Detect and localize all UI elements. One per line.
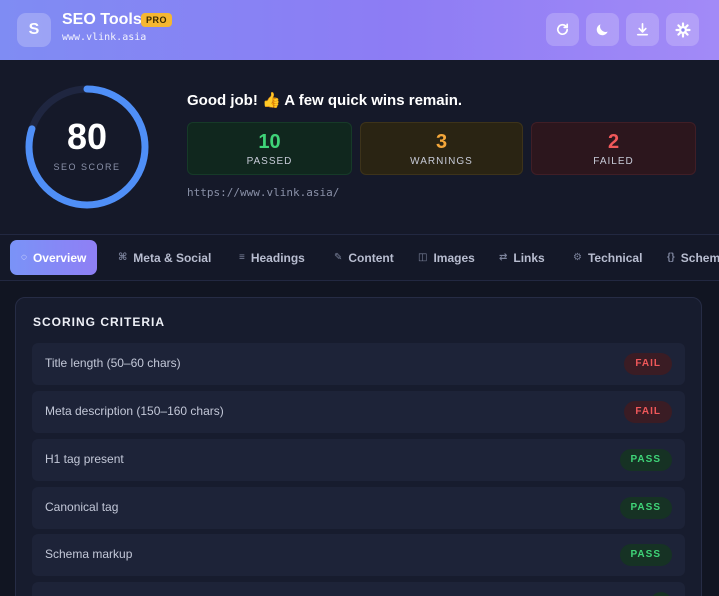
- image-icon: ◫: [418, 252, 428, 263]
- tab-technical[interactable]: ⚙ Technical: [573, 240, 642, 275]
- tab-label: Links: [513, 250, 545, 265]
- tab-label: Technical: [587, 250, 643, 265]
- tab-content[interactable]: ✎ Content: [334, 240, 394, 275]
- app-title: SEO Tools: [62, 11, 142, 28]
- criteria-label: H1 tag present: [45, 452, 124, 466]
- criteria-label: Title length (50–60 chars): [45, 356, 181, 370]
- passed-label: PASSED: [246, 156, 293, 167]
- refresh-icon: [557, 23, 569, 35]
- download-button[interactable]: [626, 13, 659, 46]
- criteria-row[interactable]: [32, 582, 685, 596]
- gear-icon: [674, 21, 691, 38]
- warnings-label: WARNINGS: [410, 156, 473, 167]
- passed-stat: 10 PASSED: [187, 122, 352, 175]
- list-icon: ≡: [239, 252, 245, 263]
- tab-links[interactable]: ⇄ Links: [499, 240, 545, 275]
- criteria-row[interactable]: Schema markup PASS: [32, 534, 685, 576]
- app-domain: www.vlink.asia: [62, 32, 147, 43]
- moon-icon: [596, 24, 608, 36]
- warnings-stat: 3 WARNINGS: [360, 122, 523, 175]
- tab-headings[interactable]: ≡ Headings: [239, 240, 305, 275]
- criteria-row[interactable]: Meta description (150–160 chars) FAIL: [32, 391, 685, 433]
- score-headline: Good job! 👍 A few quick wins remain.: [187, 92, 463, 109]
- status-badge: PASS: [619, 449, 672, 471]
- overview-icon: ◌: [21, 252, 27, 263]
- braces-icon: {}: [667, 252, 675, 263]
- tabs-bar: ◌ Overview ⌘ Meta & Social ≡ Headings ✎ …: [0, 234, 719, 281]
- status-badge: [650, 592, 672, 596]
- criteria-label: Schema markup: [45, 547, 133, 561]
- tab-images[interactable]: ◫ Images: [418, 240, 475, 275]
- criteria-label: Meta description (150–160 chars): [45, 404, 224, 418]
- theme-toggle-button[interactable]: [586, 13, 619, 46]
- tab-label: Schem: [680, 250, 719, 265]
- tab-label: Overview: [32, 250, 87, 265]
- seo-score-label: SEO SCORE: [53, 162, 121, 172]
- status-badge: PASS: [619, 497, 672, 519]
- tab-label: Images: [433, 250, 475, 265]
- app-header: S SEO Tools PRO www.vlink.asia: [0, 0, 719, 60]
- refresh-button[interactable]: [546, 13, 579, 46]
- status-badge: PASS: [619, 544, 672, 566]
- status-badge: FAIL: [624, 401, 672, 423]
- command-icon: ⌘: [118, 252, 128, 263]
- gear-icon: ⚙: [573, 252, 582, 263]
- passed-count: 10: [258, 131, 281, 153]
- warnings-count: 3: [435, 131, 448, 153]
- tab-label: Content: [348, 250, 394, 265]
- pro-badge: PRO: [141, 13, 173, 27]
- criteria-row[interactable]: Canonical tag PASS: [32, 487, 685, 529]
- download-icon: [636, 23, 649, 36]
- failed-label: FAILED: [593, 156, 634, 167]
- analyzed-url: https://www.vlink.asia/: [187, 186, 340, 199]
- failed-count: 2: [607, 131, 620, 153]
- scoring-criteria-card: SCORING CRITERIA Title length (50–60 cha…: [15, 297, 702, 596]
- criteria-label: Canonical tag: [45, 500, 119, 514]
- tab-label: Headings: [250, 250, 305, 265]
- seo-score-value: 80: [66, 116, 108, 157]
- card-title: SCORING CRITERIA: [33, 315, 166, 329]
- settings-button[interactable]: [666, 13, 699, 46]
- pencil-icon: ✎: [334, 252, 343, 263]
- criteria-row[interactable]: Title length (50–60 chars) FAIL: [32, 343, 685, 385]
- status-badge: FAIL: [624, 353, 672, 375]
- links-icon: ⇄: [499, 252, 508, 263]
- tab-label: Meta & Social: [133, 250, 212, 265]
- failed-stat: 2 FAILED: [531, 122, 696, 175]
- criteria-row[interactable]: H1 tag present PASS: [32, 439, 685, 481]
- app-logo: S: [17, 13, 51, 47]
- tab-schema[interactable]: {} Schem: [667, 240, 719, 275]
- tab-overview[interactable]: ◌ Overview: [10, 240, 98, 275]
- tab-meta-social[interactable]: ⌘ Meta & Social: [118, 240, 211, 275]
